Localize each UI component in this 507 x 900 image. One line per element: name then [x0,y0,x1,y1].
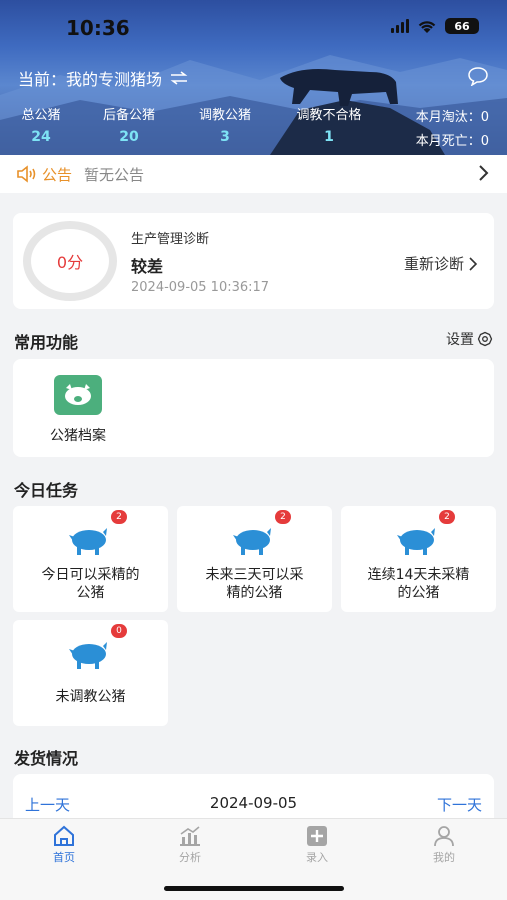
user-icon [434,826,454,847]
shipping-title: 发货情况 [14,749,79,768]
switch-arrows-icon[interactable] [170,71,188,85]
plus-box-icon [307,826,327,846]
task-label: 连续14天未采精 的公猪 [367,567,470,601]
rediagnose-button[interactable]: 重新诊断 [404,253,478,274]
chevron-right-icon [479,165,489,181]
common-functions-card: 公猪档案 [13,359,494,457]
common-title: 常用功能 [14,333,79,352]
task-label: 未调教公猪 [55,689,126,705]
tab-entry[interactable]: 录入 [287,825,347,865]
stat-reserve-boars[interactable]: 后备公猪 20 [98,104,160,145]
settings-button[interactable]: 设置 [446,329,493,349]
home-indicator [164,886,344,891]
boar-archive-label: 公猪档案 [50,428,106,444]
status-icons: 66 [391,18,479,34]
task-card[interactable]: 2 连续14天未采精 的公猪 [341,506,496,612]
wifi-icon [418,20,436,33]
battery-icon: 66 [445,18,479,34]
score-ring: 0分 [23,221,117,301]
task-label: 今日可以采精的 公猪 [41,567,140,601]
score-value: 0分 [56,253,84,272]
task-badge: 2 [111,510,127,524]
task-badge: 2 [439,510,455,524]
diagnosis-card: 0分 生产管理诊断 较差 2024-09-05 10:36:17 重新诊断 [13,213,494,309]
boar-archive-item[interactable]: 公猪档案 [43,375,113,445]
farm-prefix: 当前： [18,70,67,89]
pig-archive-icon [54,375,102,415]
task-card[interactable]: 2 今日可以采精的 公猪 [13,506,168,612]
status-time: 10:36 [66,16,130,40]
task-label: 未来三天可以采 精的公猪 [205,567,304,601]
farm-switcher[interactable]: 当前： 我的专测猪场 [18,66,188,90]
chart-icon [180,826,200,846]
stat-training-failed[interactable]: 调教不合格 1 [290,104,368,145]
diagnosis-level: 较差 [131,257,164,276]
notice-text: 暂无公告 [84,165,145,184]
task-badge: 0 [111,624,127,638]
tab-home[interactable]: 首页 [34,825,94,865]
farm-name: 我的专测猪场 [66,70,163,89]
pig-icon [233,528,271,555]
month-dead: 本月死亡：0 [415,134,489,149]
task-badge: 2 [275,510,291,524]
diagnosis-time: 2024-09-05 10:36:17 [131,280,270,295]
home-icon [54,825,74,846]
signal-icon [391,19,409,33]
notice-tag: 公告 [42,165,73,184]
stats-row: 总公猪 24 后备公猪 20 调教公猪 3 调教不合格 1 本月淘汰：0 本月死… [0,104,507,149]
chevron-right-icon [469,256,478,271]
speaker-icon [17,165,36,183]
tab-analysis[interactable]: 分析 [160,825,220,865]
diagnosis-title: 生产管理诊断 [131,232,210,247]
header-banner: 10:36 66 当前： 我的专测猪场 总公猪 24 后备公猪 20 调教公猪 … [0,0,507,155]
rediagnose-label: 重新诊断 [403,255,464,273]
shipping-date: 2024-09-05 [209,794,298,812]
task-card[interactable]: 0 未调教公猪 [13,620,168,726]
task-card[interactable]: 2 未来三天可以采 精的公猪 [177,506,332,612]
settings-label: 设置 [446,332,474,348]
tasks-title: 今日任务 [14,481,79,500]
stat-training-boars[interactable]: 调教公猪 3 [194,104,256,145]
next-day-button[interactable]: 下一天 [437,794,482,815]
tab-profile[interactable]: 我的 [414,825,474,865]
message-icon[interactable] [467,66,489,86]
pig-icon [397,528,435,555]
pig-icon [69,528,107,555]
notice-bar[interactable]: 公告 暂无公告 [0,155,507,193]
month-culled: 本月淘汰：0 [415,110,489,125]
pig-icon [69,642,107,669]
gear-icon [477,331,493,347]
stat-total-boars[interactable]: 总公猪 24 [18,104,64,145]
